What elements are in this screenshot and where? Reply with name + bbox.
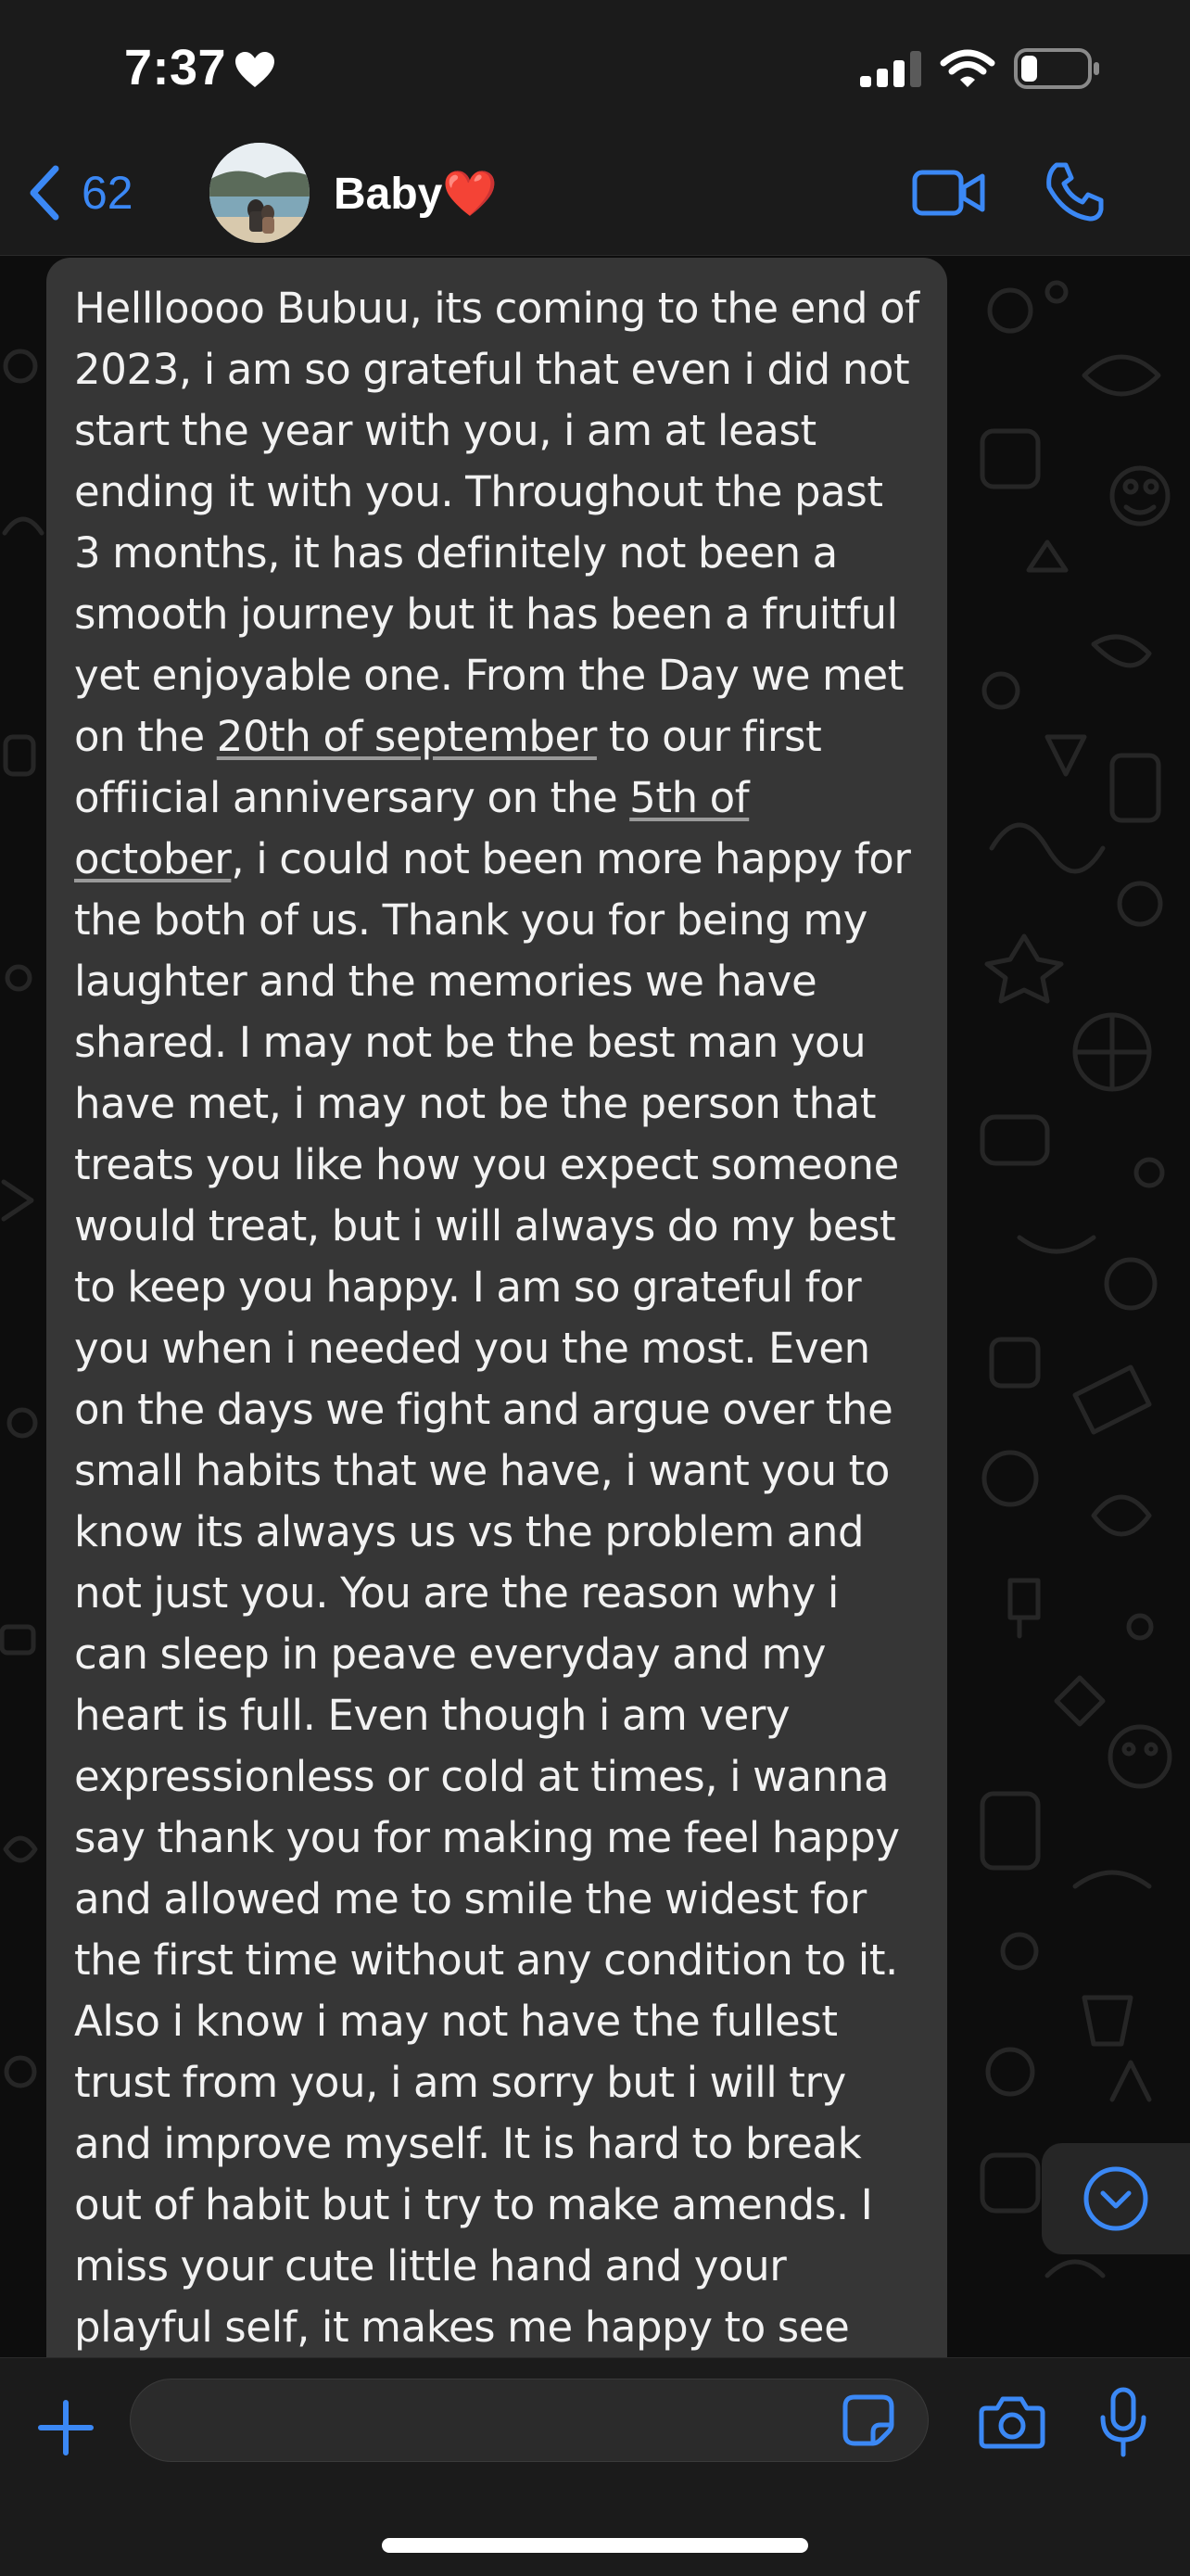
home-indicator[interactable] — [382, 2538, 808, 2553]
battery-icon — [1014, 48, 1099, 89]
message-input[interactable] — [130, 2379, 929, 2462]
phone-call-icon[interactable] — [1044, 161, 1105, 222]
message-rest: , i could not been more happy for the bo… — [74, 834, 911, 2352]
scroll-to-bottom-button[interactable] — [1042, 2143, 1190, 2254]
camera-icon[interactable] — [979, 2395, 1045, 2449]
heart-icon — [235, 52, 275, 87]
microphone-icon[interactable] — [1097, 2386, 1149, 2458]
contact-avatar[interactable] — [209, 143, 310, 243]
message-intro: Hellloooo Bubuu, its coming to the end o… — [74, 284, 919, 761]
status-time: 7:37 — [124, 39, 276, 96]
date-link-sept[interactable]: 20th of september — [217, 712, 598, 761]
contact-name[interactable]: Baby❤️ — [334, 163, 498, 222]
chevron-down-circle-icon — [1083, 2166, 1148, 2231]
status-time-text: 7:37 — [124, 40, 227, 95]
back-button[interactable]: 62 — [28, 159, 133, 226]
chat-header: 62 Baby❤️ — [0, 130, 1190, 256]
sticker-icon[interactable] — [842, 2393, 895, 2447]
status-bar: 7:37 — [0, 0, 1190, 130]
wifi-icon — [940, 49, 995, 87]
message-bubble[interactable]: Hellloooo Bubuu, its coming to the end o… — [46, 258, 947, 2357]
unread-count: 62 — [82, 167, 133, 219]
plus-icon[interactable] — [35, 2397, 96, 2458]
video-call-icon[interactable] — [912, 169, 986, 217]
status-icons — [860, 48, 1101, 89]
message-text: Hellloooo Bubuu, its coming to the end o… — [74, 278, 919, 2357]
cellular-signal-icon — [860, 51, 921, 87]
chevron-left-icon — [30, 165, 59, 221]
avatar-photo — [209, 143, 310, 243]
